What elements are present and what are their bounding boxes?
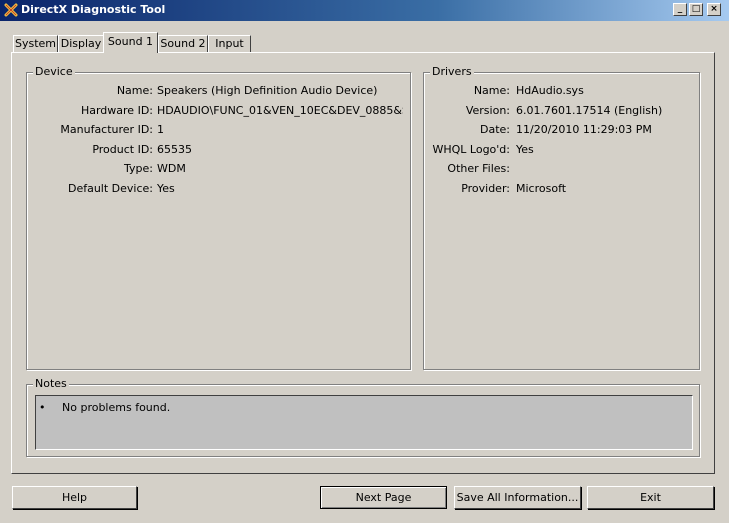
whql-label: WHQL Logo'd: — [432, 143, 510, 156]
driver-row-whql: WHQL Logo'd: Yes — [424, 143, 696, 157]
tab-input[interactable]: Input — [208, 35, 251, 52]
device-row-manufacturer-id: Manufacturer ID: 1 — [27, 123, 407, 137]
driver-version-label: Version: — [465, 104, 510, 117]
device-name-value: Speakers (High Definition Audio Device) — [157, 84, 378, 97]
driver-date-label: Date: — [480, 123, 510, 136]
exit-button[interactable]: Exit — [587, 486, 714, 509]
driver-version-value: 6.01.7601.17514 (English) — [516, 104, 663, 117]
driver-row-name: Name: HdAudio.sys — [424, 84, 696, 98]
driver-name-label: Name: — [473, 84, 510, 97]
help-button[interactable]: Help — [12, 486, 137, 509]
minimize-button[interactable]: _ — [673, 3, 687, 16]
driver-row-provider: Provider: Microsoft — [424, 182, 696, 196]
device-row-default-device: Default Device: Yes — [27, 182, 407, 196]
provider-value: Microsoft — [516, 182, 567, 195]
device-row-product-id: Product ID: 65535 — [27, 143, 407, 157]
device-row-name: Name: Speakers (High Definition Audio De… — [27, 84, 407, 98]
type-value: WDM — [157, 162, 186, 175]
manufacturer-id-label: Manufacturer ID: — [60, 123, 153, 136]
manufacturer-id-value: 1 — [157, 123, 164, 136]
driver-row-version: Version: 6.01.7601.17514 (English) — [424, 104, 696, 118]
device-legend: Device — [33, 65, 75, 78]
bullet-icon: • — [39, 401, 46, 414]
hardware-id-value: HDAUDIO\FUNC_01&VEN_10EC&DEV_0885&SUBSYS — [157, 104, 403, 117]
tab-panel: Device Name: Speakers (High Definition A… — [11, 52, 715, 474]
window-title: DirectX Diagnostic Tool — [21, 3, 166, 16]
close-icon: × — [710, 4, 718, 14]
title-bar: DirectX Diagnostic Tool _ □ × — [0, 0, 729, 21]
tab-display[interactable]: Display — [58, 35, 104, 52]
default-device-value: Yes — [157, 182, 175, 195]
provider-label: Provider: — [461, 182, 510, 195]
drivers-group: Drivers Name: HdAudio.sys Version: 6.01.… — [423, 65, 700, 370]
driver-row-other-files: Other Files: — [424, 162, 696, 176]
save-all-information-button[interactable]: Save All Information... — [454, 486, 581, 509]
type-label: Type: — [124, 162, 153, 175]
maximize-icon: □ — [691, 4, 701, 14]
tab-sound-1[interactable]: Sound 1 — [103, 32, 158, 53]
tab-sound-2[interactable]: Sound 2 — [158, 35, 208, 52]
drivers-legend: Drivers — [430, 65, 474, 78]
driver-name-value: HdAudio.sys — [516, 84, 584, 97]
maximize-button[interactable]: □ — [689, 3, 703, 16]
tab-system[interactable]: System — [13, 35, 58, 52]
minimize-icon: _ — [677, 4, 683, 14]
note-item: No problems found. — [62, 401, 171, 414]
directx-x-icon — [4, 3, 18, 17]
product-id-value: 65535 — [157, 143, 192, 156]
product-id-label: Product ID: — [92, 143, 153, 156]
device-name-label: Name: — [116, 84, 153, 97]
hardware-id-label: Hardware ID: — [80, 104, 153, 117]
driver-row-date: Date: 11/20/2010 11:29:03 PM — [424, 123, 696, 137]
next-page-button[interactable]: Next Page — [320, 486, 447, 509]
other-files-label: Other Files: — [447, 162, 510, 175]
close-button[interactable]: × — [707, 3, 721, 16]
notes-legend: Notes — [33, 377, 69, 390]
whql-value: Yes — [516, 143, 534, 156]
default-device-label: Default Device: — [67, 182, 153, 195]
notes-list[interactable]: • No problems found. — [35, 395, 693, 450]
device-row-type: Type: WDM — [27, 162, 407, 176]
notes-group: Notes • No problems found. — [26, 377, 700, 457]
device-group: Device Name: Speakers (High Definition A… — [26, 65, 411, 370]
device-row-hardware-id: Hardware ID: HDAUDIO\FUNC_01&VEN_10EC&DE… — [27, 104, 407, 118]
driver-date-value: 11/20/2010 11:29:03 PM — [516, 123, 652, 136]
